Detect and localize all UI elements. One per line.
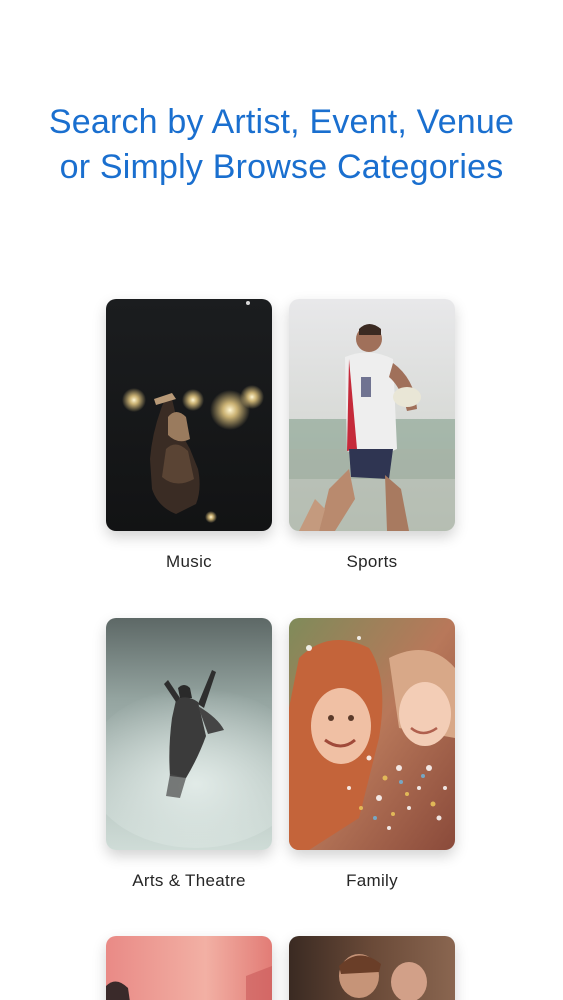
category-card-music[interactable] [106,299,272,531]
category-label-arts-theatre[interactable]: Arts & Theatre [106,871,272,891]
category-card-arts-theatre[interactable] [106,618,272,850]
music-photo [106,299,272,531]
category-card-partial-right[interactable] [289,936,455,1000]
partial-photo-left [106,936,272,1000]
category-card-partial-left[interactable] [106,936,272,1000]
category-card-family[interactable] [289,618,455,850]
arts-theatre-photo [106,618,272,850]
category-card-sports[interactable] [289,299,455,531]
page-title: Search by Artist, Event, Venue or Simply… [0,100,563,190]
title-line-1: Search by Artist, Event, Venue [48,103,515,141]
category-label-sports[interactable]: Sports [289,552,455,572]
partial-photo-right [289,936,455,1000]
sports-photo [289,299,455,531]
category-label-music[interactable]: Music [106,552,272,572]
category-label-family[interactable]: Family [289,871,455,891]
family-photo [289,618,455,850]
title-line-2: or Simply Browse Categories [59,148,504,186]
